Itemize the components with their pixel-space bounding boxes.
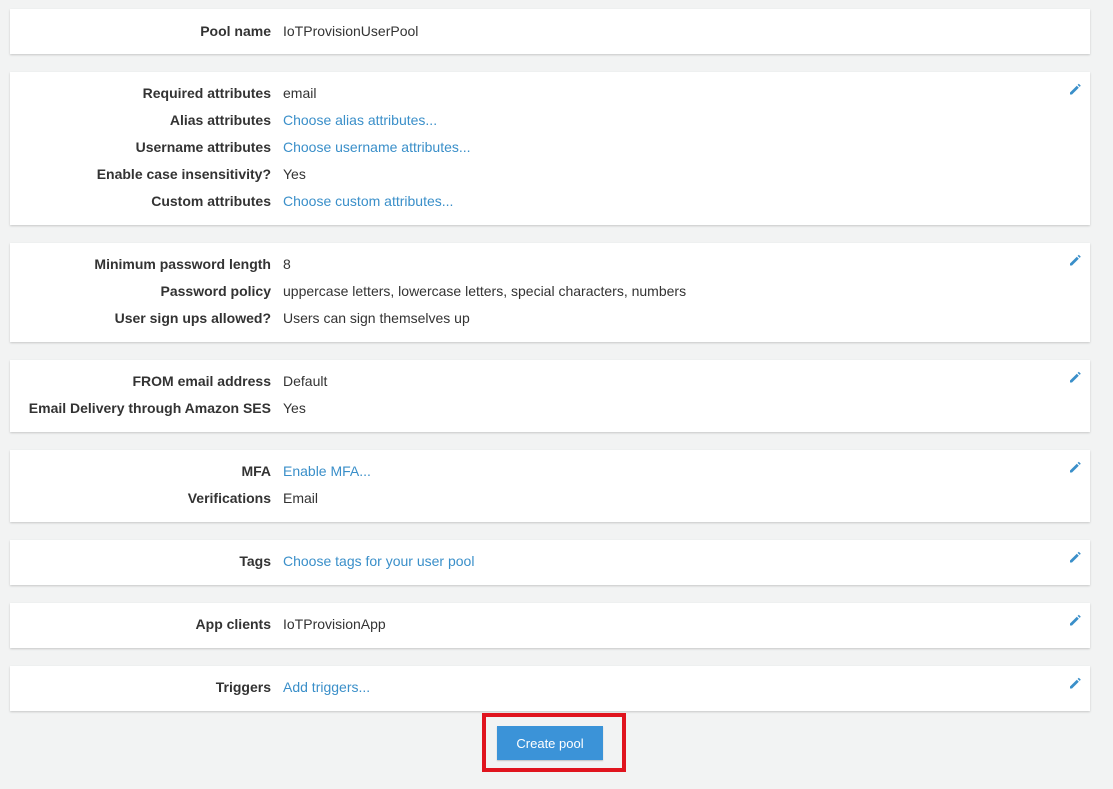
app-clients-panel: App clients IoTProvisionApp: [10, 603, 1090, 648]
from-email-label: FROM email address: [132, 373, 272, 389]
policies-panel: Minimum password length 8 Password polic…: [10, 243, 1090, 342]
mfa-panel: MFA Enable MFA... Verifications Email: [10, 450, 1090, 522]
triggers-panel: Triggers Add triggers...: [10, 666, 1090, 711]
choose-custom-attributes-link[interactable]: Choose custom attributes...: [283, 191, 453, 211]
required-attributes-value: email: [283, 85, 317, 101]
min-password-length-value: 8: [283, 256, 291, 272]
email-delivery-ses-value: Yes: [283, 400, 306, 416]
case-insensitivity-value: Yes: [283, 166, 306, 182]
pool-name-label: Pool name: [200, 23, 271, 39]
tags-label: Tags: [239, 553, 271, 569]
verifications-value: Email: [283, 490, 319, 506]
password-policy-label: Password policy: [160, 283, 271, 299]
user-sign-ups-label: User sign ups allowed?: [114, 310, 271, 326]
triggers-label: Triggers: [215, 679, 271, 695]
add-triggers-link[interactable]: Add triggers...: [283, 677, 370, 697]
create-pool-highlight: Create pool: [482, 713, 626, 772]
attributes-panel: Required attributes email Alias attribut…: [10, 72, 1090, 225]
email-delivery-ses-label: Email Delivery through Amazon SES: [28, 400, 271, 416]
email-panel: FROM email address Default Email Deliver…: [10, 360, 1090, 432]
pool-name-panel: Pool name IoTProvisionUserPool: [10, 9, 1090, 54]
app-clients-label: App clients: [195, 616, 271, 632]
choose-username-attributes-link[interactable]: Choose username attributes...: [283, 137, 471, 157]
app-clients-value: IoTProvisionApp: [283, 616, 386, 632]
custom-attributes-label: Custom attributes: [151, 193, 271, 209]
create-pool-button[interactable]: Create pool: [497, 726, 603, 760]
password-policy-value: uppercase letters, lowercase letters, sp…: [283, 283, 687, 299]
mfa-label: MFA: [241, 463, 271, 479]
choose-alias-attributes-link[interactable]: Choose alias attributes...: [283, 110, 437, 130]
choose-tags-link[interactable]: Choose tags for your user pool: [283, 551, 474, 571]
verifications-label: Verifications: [187, 490, 271, 506]
case-insensitivity-label: Enable case insensitivity?: [96, 166, 271, 182]
min-password-length-label: Minimum password length: [94, 256, 271, 272]
from-email-value: Default: [283, 373, 328, 389]
required-attributes-label: Required attributes: [142, 85, 271, 101]
pool-name-value: IoTProvisionUserPool: [283, 23, 419, 39]
tags-panel: Tags Choose tags for your user pool: [10, 540, 1090, 585]
user-sign-ups-value: Users can sign themselves up: [283, 310, 470, 326]
alias-attributes-label: Alias attributes: [169, 112, 271, 128]
username-attributes-label: Username attributes: [135, 139, 271, 155]
enable-mfa-link[interactable]: Enable MFA...: [283, 461, 371, 481]
